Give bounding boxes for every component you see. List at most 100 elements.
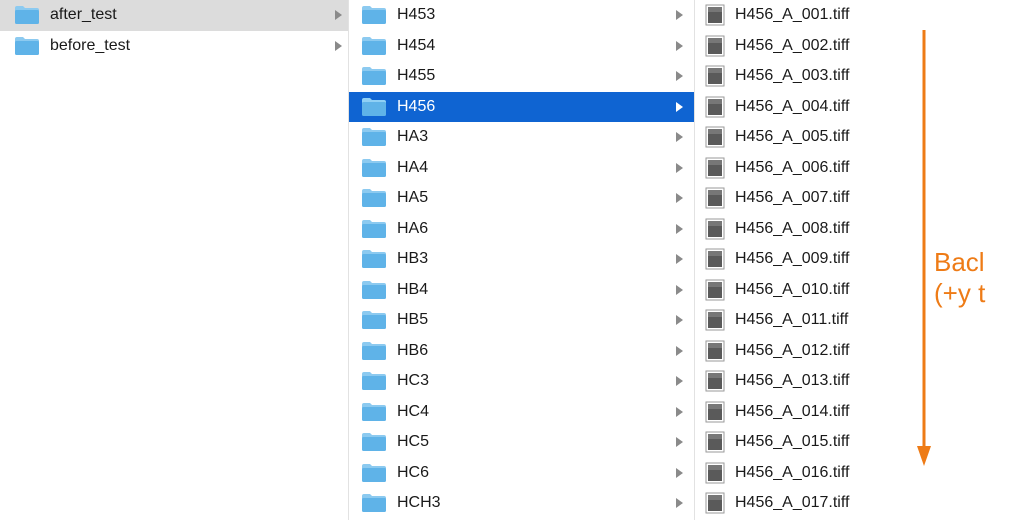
file-row[interactable]: H456_A_014.tiff [695, 397, 907, 428]
file-label: H456_A_016.tiff [735, 463, 850, 481]
folder-label: HB6 [397, 341, 429, 359]
file-row[interactable]: H456_A_009.tiff [695, 244, 907, 275]
file-row[interactable]: H456_A_017.tiff [695, 488, 907, 519]
file-row[interactable]: H456_A_012.tiff [695, 336, 907, 367]
tiff-file-icon [705, 35, 725, 57]
folder-label: HB5 [397, 311, 429, 329]
tiff-file-icon [705, 96, 725, 118]
tiff-file-icon [705, 218, 725, 240]
folder-icon [361, 402, 387, 422]
file-label: H456_A_015.tiff [735, 433, 850, 451]
folder-row[interactable]: HC3 [349, 366, 694, 397]
file-label: H456_A_010.tiff [735, 280, 850, 298]
tiff-file-icon [705, 370, 725, 392]
annotation-down-arrow-icon [917, 30, 931, 466]
folder-icon [361, 5, 387, 25]
folder-row[interactable]: HA3 [349, 122, 694, 153]
tiff-file-icon [705, 4, 725, 26]
finder-column-3: H456_A_001.tiff H456_A_002.tiff H456_A_003… [695, 0, 907, 520]
file-label: H456_A_002.tiff [735, 36, 850, 54]
finder-column-1: after_test before_test [0, 0, 349, 520]
chevron-right-icon [335, 40, 342, 51]
folder-row[interactable]: H455 [349, 61, 694, 92]
folder-row[interactable]: HC6 [349, 458, 694, 489]
folder-label: HB4 [397, 280, 429, 298]
folder-label: HC3 [397, 372, 430, 390]
folder-icon [361, 188, 387, 208]
folder-row[interactable]: H453 [349, 0, 694, 31]
folder-icon [361, 463, 387, 483]
chevron-right-icon [676, 315, 683, 325]
folder-row[interactable]: HB4 [349, 275, 694, 306]
folder-label: HC6 [397, 463, 430, 481]
file-row[interactable]: H456_A_010.tiff [695, 275, 907, 306]
chevron-right-icon [676, 498, 683, 508]
chevron-right-icon [676, 132, 683, 142]
file-row[interactable]: H456_A_002.tiff [695, 31, 907, 62]
folder-icon [361, 341, 387, 361]
folder-label: HA4 [397, 158, 429, 176]
tiff-file-icon [705, 401, 725, 423]
file-row[interactable]: H456_A_008.tiff [695, 214, 907, 245]
folder-row[interactable]: HA4 [349, 153, 694, 184]
file-row[interactable]: H456_A_015.tiff [695, 427, 907, 458]
folder-label: HA6 [397, 219, 429, 237]
file-label: H456_A_005.tiff [735, 128, 850, 146]
tiff-file-icon [705, 65, 725, 87]
folder-row[interactable]: HA6 [349, 214, 694, 245]
file-row[interactable]: H456_A_005.tiff [695, 122, 907, 153]
tiff-file-icon [705, 248, 725, 270]
folder-label: HA3 [397, 128, 429, 146]
folder-label: H455 [397, 67, 436, 85]
folder-row[interactable]: before_test [0, 31, 348, 62]
file-row[interactable]: H456_A_003.tiff [695, 61, 907, 92]
file-label: H456_A_014.tiff [735, 402, 850, 420]
tiff-file-icon [705, 309, 725, 331]
folder-row[interactable]: HB5 [349, 305, 694, 336]
folder-row[interactable]: HCH3 [349, 488, 694, 519]
chevron-right-icon [676, 223, 683, 234]
chevron-right-icon [676, 467, 683, 478]
chevron-right-icon [676, 376, 683, 386]
folder-row[interactable]: H456 [349, 91, 694, 122]
folder-icon [361, 310, 387, 330]
folder-icon [361, 97, 387, 117]
folder-row[interactable]: HC4 [349, 397, 694, 428]
folder-row[interactable]: H454 [349, 31, 694, 62]
annotation-text: Bacl (+y t [934, 247, 985, 309]
folder-label: before_test [50, 36, 131, 54]
folder-label: HB3 [397, 250, 429, 268]
folder-row[interactable]: HA5 [349, 183, 694, 214]
annotation-line-1: Bacl [934, 247, 985, 277]
chevron-right-icon [335, 10, 342, 20]
tiff-file-icon [705, 340, 725, 362]
folder-row[interactable]: HB6 [349, 336, 694, 367]
folder-icon [361, 127, 387, 147]
file-row[interactable]: H456_A_016.tiff [695, 458, 907, 489]
chevron-right-icon [676, 284, 683, 295]
chevron-right-icon [676, 345, 683, 356]
folder-icon [361, 493, 387, 513]
folder-label: HCH3 [397, 494, 441, 512]
finder-column-2: H453 H454 H455 H456 HA3 HA4 HA5 HA6 HB3 HB4 HB5 HB6… [349, 0, 695, 520]
tiff-file-icon [705, 431, 725, 453]
file-row[interactable]: H456_A_007.tiff [695, 183, 907, 214]
folder-row[interactable]: HB3 [349, 244, 694, 275]
folder-label: H453 [397, 6, 436, 24]
file-label: H456_A_004.tiff [735, 97, 850, 115]
folder-label: H454 [397, 36, 436, 54]
file-row[interactable]: H456_A_013.tiff [695, 366, 907, 397]
folder-icon [361, 371, 387, 391]
folder-label: H456 [397, 97, 436, 115]
file-label: H456_A_011.tiff [735, 311, 849, 329]
file-row[interactable]: H456_A_011.tiff [695, 305, 907, 336]
folder-icon [14, 5, 40, 25]
folder-row[interactable]: HC5 [349, 427, 694, 458]
file-row[interactable]: H456_A_004.tiff [695, 92, 907, 123]
file-row[interactable]: H456_A_006.tiff [695, 153, 907, 184]
file-row[interactable]: H456_A_001.tiff [695, 0, 907, 31]
file-label: H456_A_003.tiff [735, 67, 850, 85]
folder-row[interactable]: after_test [0, 0, 348, 31]
file-label: H456_A_013.tiff [735, 372, 850, 390]
folder-label: HA5 [397, 189, 429, 207]
